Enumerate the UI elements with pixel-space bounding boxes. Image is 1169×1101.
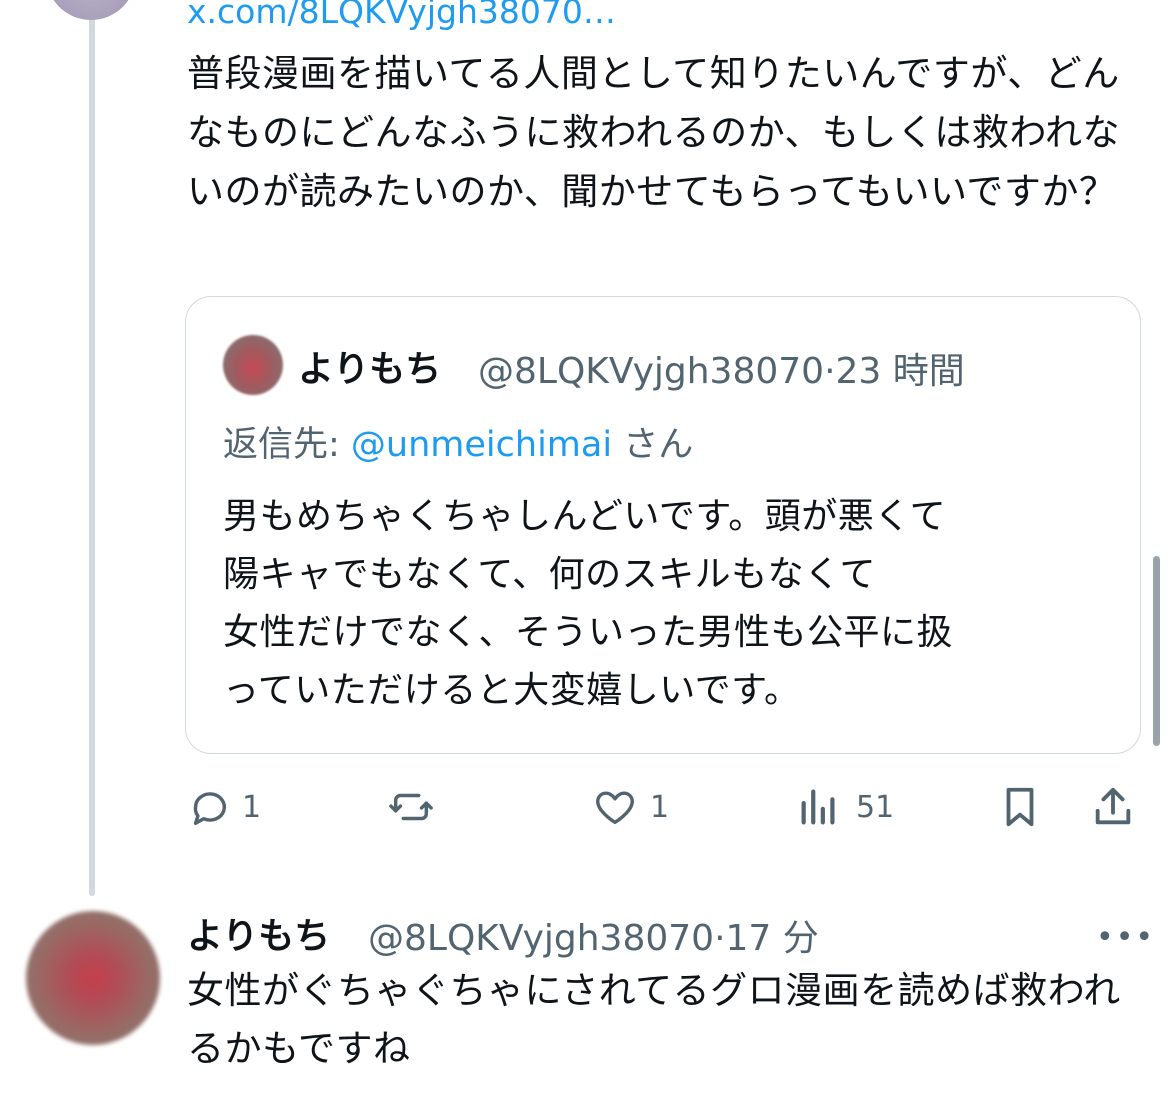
reply-to-line: 返信先: @unmeichimai さん [223, 416, 693, 467]
repost-button[interactable] [388, 782, 444, 832]
repost-icon [389, 793, 433, 821]
reply-handle: @8LQKVyjgh38070 [368, 918, 715, 959]
quoted-timestamp[interactable]: 23 時間 [836, 351, 965, 392]
share-button[interactable] [1090, 782, 1136, 832]
reply-timestamp[interactable]: 17 分 [726, 918, 819, 959]
reply-count: 1 [242, 789, 262, 825]
quoted-avatar[interactable] [223, 335, 283, 395]
bookmark-button[interactable] [997, 782, 1043, 832]
heart-icon [596, 791, 634, 825]
more-options-icon[interactable]: ••• [1096, 920, 1155, 955]
reply-button[interactable]: 1 [186, 782, 261, 832]
bookmark-icon [1006, 787, 1034, 827]
thread-line [89, 0, 95, 896]
reply-to-label: 返信先: [223, 425, 351, 465]
analytics-icon [801, 789, 835, 825]
reply-to-suffix: さん [612, 425, 694, 465]
reply-handle-time: @8LQKVyjgh38070·17 分 [368, 909, 819, 961]
quoted-display-name[interactable]: よりもち [298, 340, 441, 392]
tweet-link[interactable]: x.com/8LQKVyjgh38070… [187, 0, 616, 31]
avatar[interactable] [46, 0, 136, 20]
like-count: 1 [650, 789, 670, 825]
reply-to-mention[interactable]: @unmeichimai [351, 425, 612, 465]
quoted-handle-time: @8LQKVyjgh38070·23 時間 [478, 342, 965, 394]
scrollbar[interactable] [1153, 556, 1160, 746]
tweet-text: 普段漫画を描いてる人間として知りたいんですが、どんなものにどんなふうに救われるの… [187, 52, 1121, 213]
reply-icon [193, 792, 227, 826]
reply-display-name[interactable]: よりもち [187, 907, 330, 959]
reply-text: 女性がぐちゃぐちゃにされてるグロ漫画を読めば救われるかもですね [187, 969, 1121, 1070]
separator-dot: · [714, 918, 726, 959]
views-button[interactable]: 51 [796, 782, 894, 832]
quoted-handle: @8LQKVyjgh38070 [478, 351, 825, 392]
share-icon [1095, 787, 1131, 825]
reply-avatar[interactable] [26, 911, 160, 1045]
views-count: 51 [856, 789, 895, 825]
like-button[interactable]: 1 [592, 782, 669, 832]
quoted-tweet-text: 男もめちゃくちゃしんどいです。頭が悪くて 陽キャでもなくて、何のスキルもなくて … [223, 496, 954, 711]
separator-dot: · [824, 351, 836, 392]
